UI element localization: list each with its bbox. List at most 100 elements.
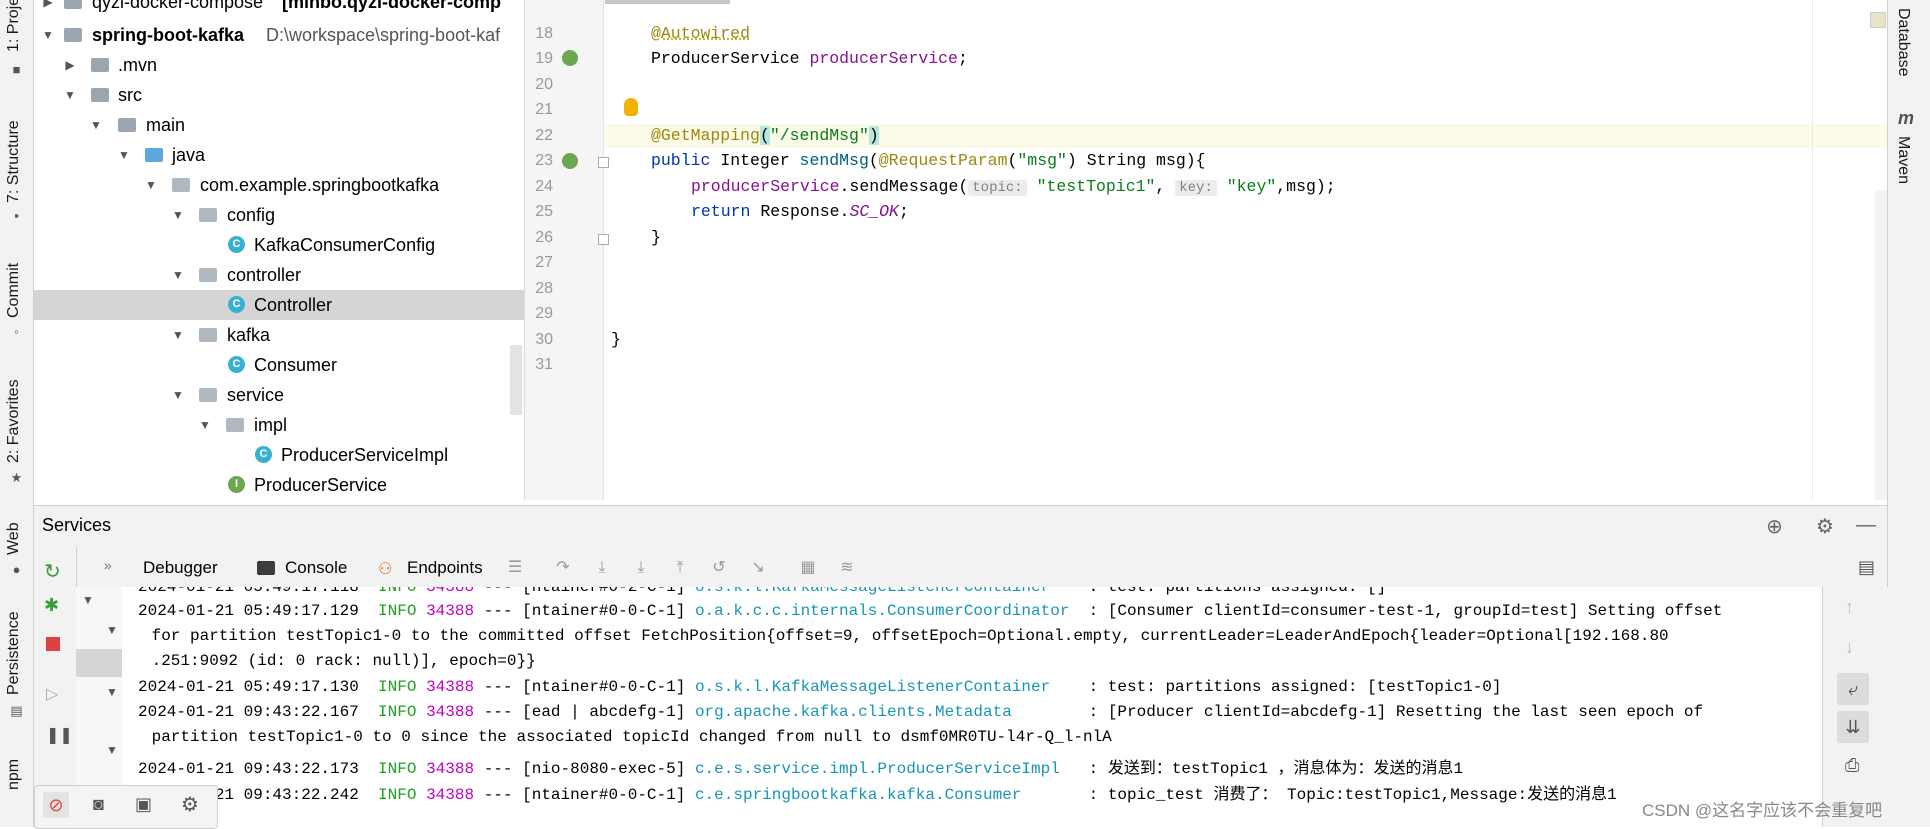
run-to-cursor-icon[interactable]: ↘ bbox=[747, 557, 769, 579]
tree-item-kafka[interactable]: ▼ kafka bbox=[34, 320, 524, 350]
spring-endpoint-icon[interactable] bbox=[562, 153, 578, 169]
expand-icon[interactable]: » bbox=[104, 557, 112, 573]
step-into-icon[interactable]: ⤓ bbox=[591, 557, 613, 579]
layout-icon[interactable]: ▤ bbox=[1858, 557, 1875, 578]
soft-wrap-icon[interactable]: ⤶ bbox=[1837, 673, 1869, 705]
chevron-down-icon[interactable]: ▼ bbox=[172, 260, 184, 290]
folder-icon bbox=[91, 88, 109, 102]
tree-item-consumer[interactable]: C Consumer bbox=[34, 350, 524, 380]
lightbulb-icon[interactable] bbox=[624, 98, 638, 116]
scroll-to-end-icon[interactable]: ⇊ bbox=[1837, 711, 1869, 743]
chevron-down-icon[interactable]: ▼ bbox=[106, 623, 118, 637]
param-hint-key: key: bbox=[1175, 180, 1217, 196]
tree-item-package[interactable]: ▼ com.example.springbootkafka bbox=[34, 170, 524, 200]
step-out-icon[interactable]: ⤒ bbox=[669, 557, 691, 579]
resume-icon[interactable]: ▷ bbox=[46, 684, 58, 704]
minimize-icon[interactable]: — bbox=[1856, 514, 1876, 537]
fold-icon[interactable] bbox=[598, 157, 609, 168]
pause-icon[interactable]: ❚❚ bbox=[46, 725, 73, 745]
interface-icon: I bbox=[228, 476, 245, 493]
chevron-down-icon[interactable]: ▼ bbox=[172, 320, 184, 350]
print-icon[interactable]: ⎙ bbox=[1845, 755, 1859, 776]
tool-tab-persistence[interactable]: Persistence bbox=[5, 611, 23, 695]
chevron-down-icon[interactable]: ▼ bbox=[64, 80, 76, 110]
target-icon[interactable]: ⊕ bbox=[1766, 514, 1783, 539]
code-line-18: @Autowired bbox=[651, 24, 751, 43]
tree-scrollbar[interactable] bbox=[510, 345, 522, 415]
class-icon: C bbox=[228, 296, 245, 313]
camera-icon[interactable]: ◙ bbox=[93, 794, 104, 815]
endpoints-icon: ⚇ bbox=[378, 561, 393, 578]
stop-icon[interactable] bbox=[46, 637, 60, 651]
tree-item-label: ProducerService bbox=[254, 475, 388, 495]
tool-tab-commit[interactable]: Commit bbox=[5, 263, 23, 318]
tree-item-label: kafka bbox=[227, 325, 271, 345]
arrow-down-icon[interactable]: ↓ bbox=[1845, 637, 1854, 658]
log-line: 2024-01-21 05:49:17.130 INFO 34388 --- [… bbox=[138, 678, 1502, 696]
log-line-continued: .251:9092 (id: 0 rack: null)], epoch=0}} bbox=[142, 652, 536, 670]
code-line-30: } bbox=[611, 330, 621, 349]
editor-scrollbar[interactable] bbox=[1875, 190, 1887, 500]
tree-item-main[interactable]: ▼ main bbox=[34, 110, 524, 140]
chevron-down-icon[interactable]: ▼ bbox=[145, 170, 157, 200]
tool-tab-structure[interactable]: 7: Structure bbox=[5, 120, 23, 203]
tree-item-controller-class[interactable]: C Controller bbox=[34, 290, 524, 320]
tree-item-config[interactable]: ▼ config bbox=[34, 200, 524, 230]
tree-item-src[interactable]: ▼ src bbox=[34, 80, 524, 110]
tree-item-label: Controller bbox=[254, 295, 333, 315]
mute-breakpoints-icon[interactable]: ⊘ bbox=[43, 792, 69, 818]
code-line-24: producerService.sendMessage(topic: "test… bbox=[691, 177, 1336, 196]
spring-bean-icon[interactable] bbox=[562, 50, 578, 66]
tool-tab-project[interactable]: 1: Project bbox=[5, 0, 23, 52]
tree-item-impl[interactable]: ▼ impl bbox=[34, 410, 524, 440]
settings-icon[interactable]: ⚙ bbox=[181, 792, 199, 817]
tree-item-controller-pkg[interactable]: ▼ controller bbox=[34, 260, 524, 290]
tree-item-kafka-consumer-config[interactable]: C KafkaConsumerConfig bbox=[34, 230, 524, 260]
tree-item-spring-boot-kafka[interactable]: ▼ spring-boot-kafka D:\workspace\spring-… bbox=[34, 20, 524, 50]
drop-frame-icon[interactable]: ↺ bbox=[708, 557, 730, 579]
line-number: 31 bbox=[535, 356, 553, 373]
log-line: 2024-01-21 05:49:17.129 INFO 34388 --- [… bbox=[138, 602, 1723, 620]
tree-item-producer-service[interactable]: I ProducerService bbox=[34, 470, 524, 500]
chevron-down-icon[interactable]: ▼ bbox=[90, 110, 102, 140]
chevron-down-icon[interactable]: ▼ bbox=[106, 685, 118, 699]
tool-tab-npm[interactable]: npm bbox=[5, 759, 23, 790]
class-icon: C bbox=[228, 356, 245, 373]
tree-item-label: KafkaConsumerConfig bbox=[254, 235, 436, 255]
layout-settings-icon[interactable]: ▣ bbox=[135, 794, 152, 815]
step-over-icon[interactable]: ↷ bbox=[552, 557, 574, 579]
force-step-into-icon[interactable]: ⤓ bbox=[630, 557, 652, 579]
chevron-down-icon[interactable]: ▼ bbox=[118, 140, 130, 170]
gear-icon[interactable]: ⚙ bbox=[1816, 514, 1834, 539]
chevron-down-icon[interactable]: ▼ bbox=[42, 20, 54, 50]
evaluate-icon[interactable]: ▦ bbox=[797, 557, 819, 579]
tool-tab-database[interactable]: Database bbox=[1894, 8, 1912, 77]
service-item-selected[interactable] bbox=[76, 649, 122, 677]
chevron-right-icon[interactable]: ▶ bbox=[64, 50, 76, 80]
tree-item-qyzl[interactable]: ▶ qyzl-docker-compose [minbo.qyzl-docker… bbox=[34, 0, 524, 17]
chevron-down-icon[interactable]: ▼ bbox=[172, 200, 184, 230]
tree-item-producer-service-impl[interactable]: C ProducerServiceImpl bbox=[34, 440, 524, 470]
chevron-down-icon[interactable]: ▼ bbox=[199, 410, 211, 440]
arrow-up-icon[interactable]: ↑ bbox=[1845, 597, 1854, 618]
tree-item-label: ProducerServiceImpl bbox=[281, 445, 449, 465]
tool-tab-maven[interactable]: Maven bbox=[1894, 136, 1912, 184]
chevron-right-icon[interactable]: ▶ bbox=[42, 0, 54, 17]
rerun-icon[interactable]: ↻ bbox=[44, 559, 61, 584]
chevron-down-icon[interactable]: ▼ bbox=[106, 743, 118, 757]
tool-tab-favorites[interactable]: 2: Favorites bbox=[5, 379, 23, 463]
inspection-status-icon[interactable] bbox=[1870, 12, 1886, 28]
code-editor[interactable] bbox=[525, 0, 1887, 500]
menu-icon[interactable]: ☰ bbox=[504, 557, 526, 579]
fold-icon[interactable] bbox=[598, 234, 609, 245]
tree-item-java[interactable]: ▼ java bbox=[34, 140, 524, 170]
trace-icon[interactable]: ≋ bbox=[836, 557, 858, 579]
tree-item-label: main bbox=[146, 115, 186, 135]
line-number: 22 bbox=[535, 127, 553, 144]
tree-item-service[interactable]: ▼ service bbox=[34, 380, 524, 410]
debug-icon[interactable]: ✱ bbox=[44, 595, 59, 616]
tree-item-mvn[interactable]: ▶ .mvn bbox=[34, 50, 524, 80]
chevron-down-icon[interactable]: ▼ bbox=[82, 593, 94, 607]
tool-tab-web[interactable]: Web bbox=[5, 522, 23, 555]
chevron-down-icon[interactable]: ▼ bbox=[172, 380, 184, 410]
